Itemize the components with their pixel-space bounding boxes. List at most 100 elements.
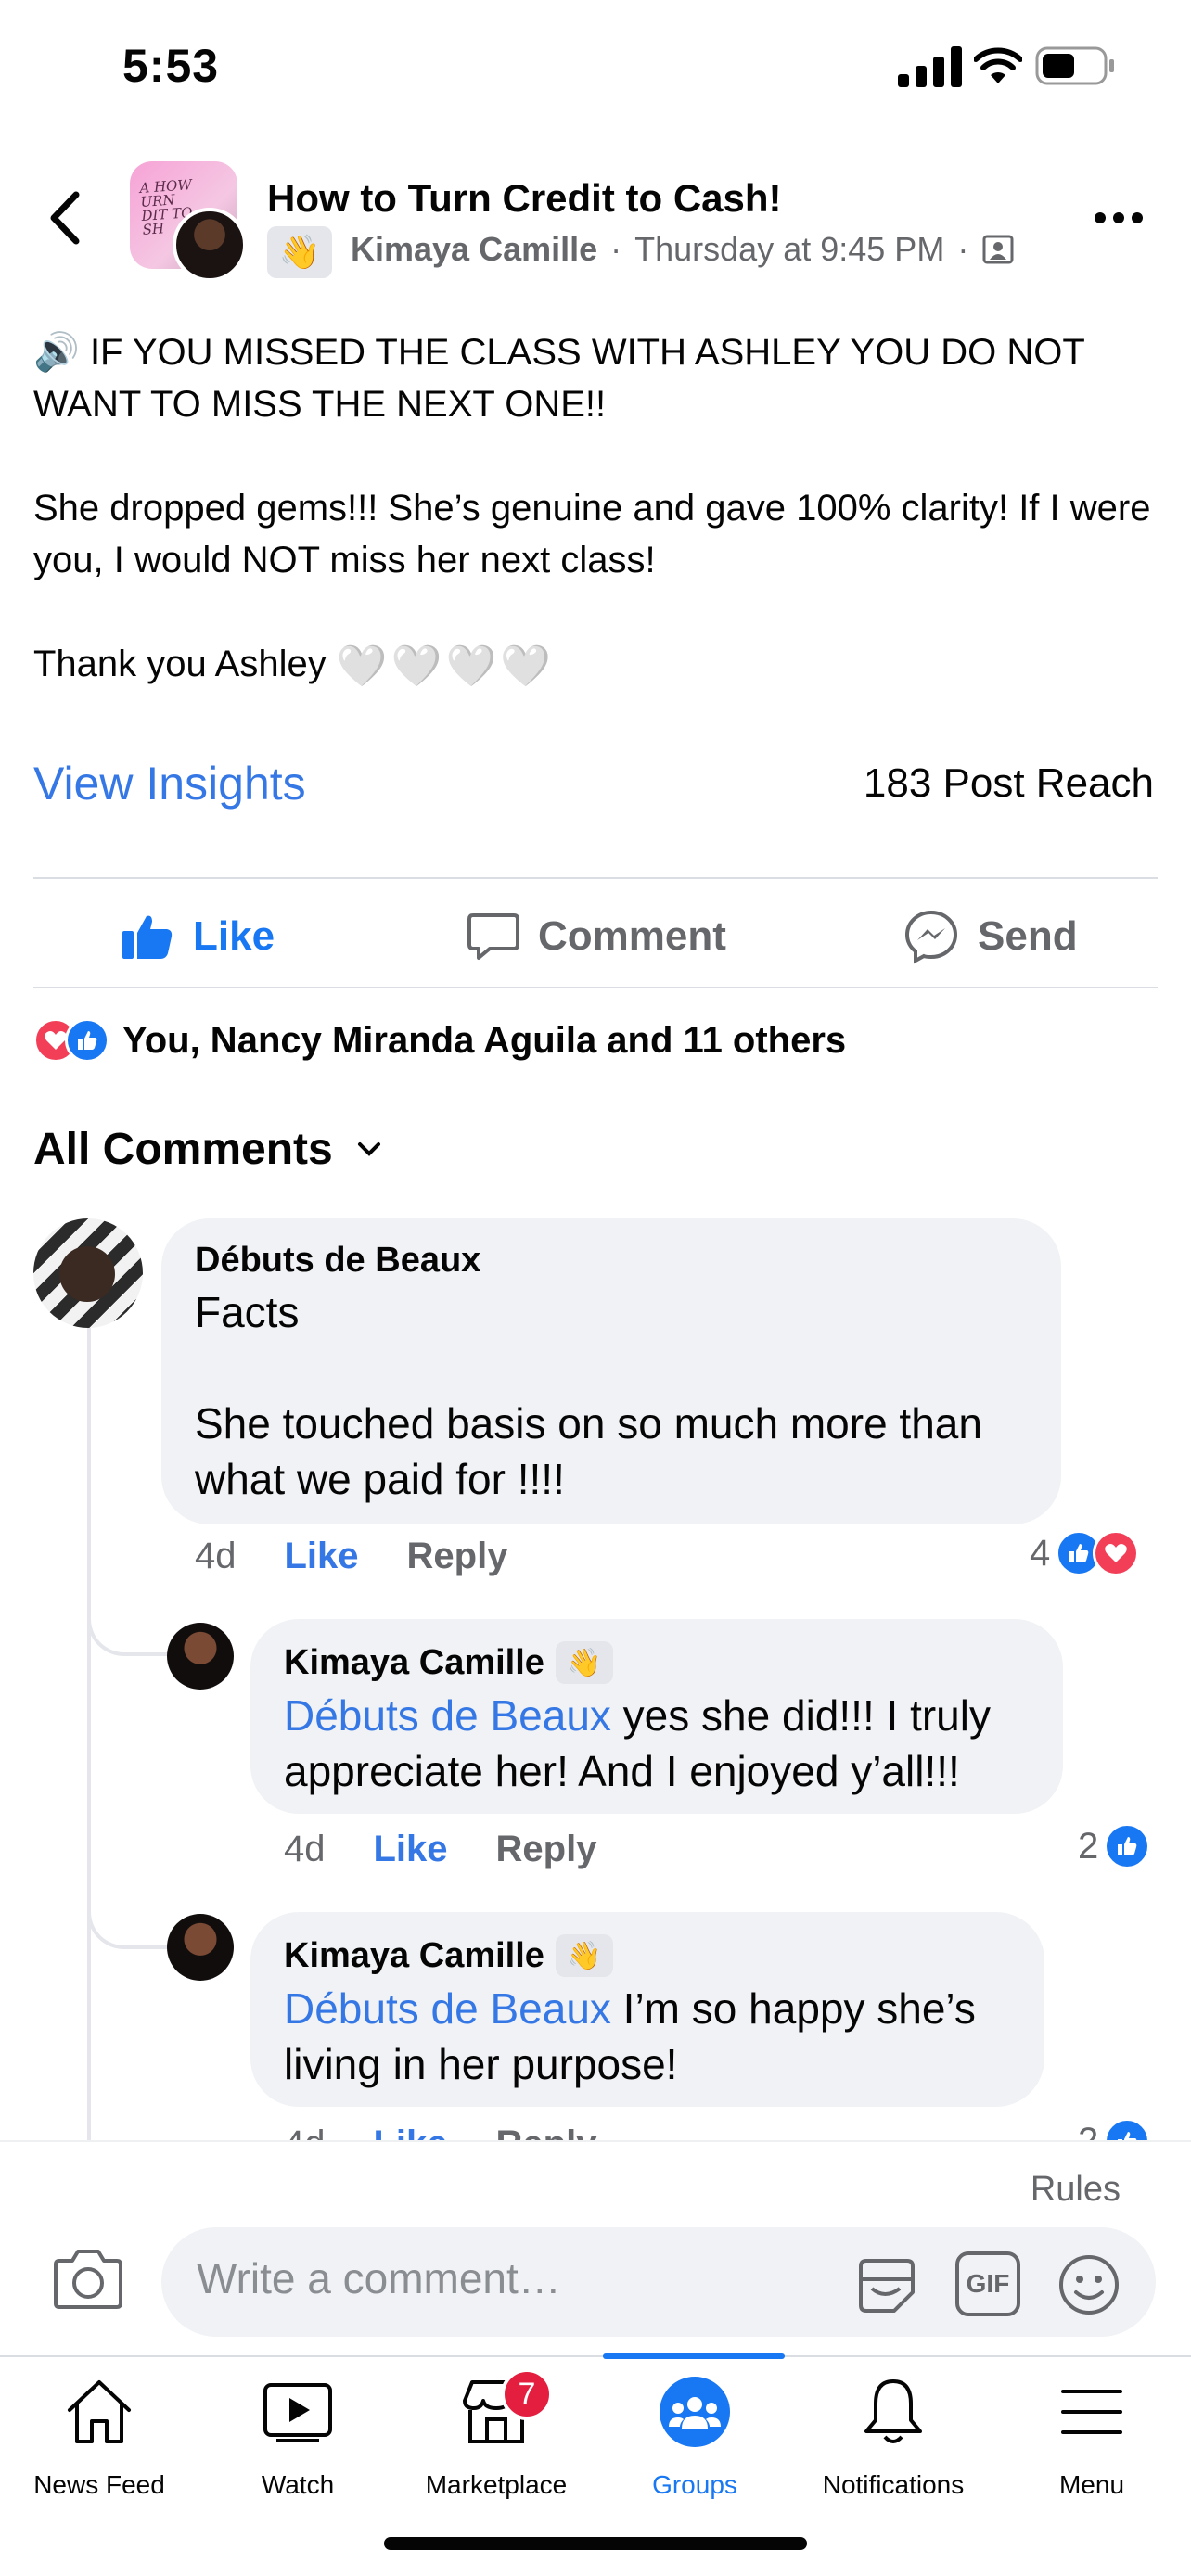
signal-icon	[898, 46, 962, 87]
chevron-down-icon	[357, 1141, 380, 1156]
menu-icon	[1061, 2390, 1122, 2434]
active-tab-indicator	[603, 2353, 785, 2359]
comment-text-line-1: Facts	[195, 1288, 300, 1336]
wave-hand-icon: 👋	[278, 233, 321, 271]
comment-input[interactable]	[197, 2253, 790, 2303]
white-hearts-emoji: 🤍🤍🤍🤍	[336, 644, 556, 689]
reply-connector	[87, 1884, 171, 1949]
tab-label: Watch	[261, 2470, 335, 2499]
watch-icon	[263, 2383, 332, 2442]
post-reach: 183 Post Reach	[863, 760, 1154, 806]
commenter-name[interactable]: Kimaya Camille	[284, 1936, 544, 1976]
reply-bubble[interactable]: Kimaya Camille 👋 Débuts de Beaux yes she…	[250, 1619, 1063, 1814]
send-button[interactable]: Send	[903, 899, 1078, 974]
comment-time: 4d	[195, 1536, 237, 1576]
back-button[interactable]	[37, 185, 93, 250]
reply-reply-link[interactable]: Reply	[496, 1829, 597, 1870]
commenter-avatar[interactable]	[33, 1218, 143, 1328]
tab-label: Notifications	[822, 2470, 965, 2499]
battery-icon	[1035, 46, 1114, 85]
commenter-name[interactable]: Débuts de Beaux	[195, 1241, 1028, 1281]
home-icon	[68, 2380, 131, 2443]
tab-groups[interactable]: Groups	[596, 2370, 794, 2509]
meta-separator-2: ·	[957, 230, 969, 268]
admin-badge: 👋	[555, 1934, 613, 1977]
mention-link[interactable]: Débuts de Beaux	[284, 1691, 611, 1740]
notification-badge: 7	[501, 2368, 553, 2420]
reply-reaction-count[interactable]: 2	[1078, 1823, 1151, 1869]
post-paragraph-3: Thank you Ashley	[33, 644, 327, 684]
tab-label: Menu	[1058, 2470, 1125, 2499]
group-title[interactable]: How to Turn Credit to Cash!	[267, 176, 782, 221]
reaction-count: 2	[1078, 1825, 1099, 1867]
like-button[interactable]: Like	[121, 899, 275, 974]
tab-watch[interactable]: Watch	[198, 2370, 397, 2509]
comment-like-link[interactable]: Like	[285, 1536, 359, 1577]
reactions-summary[interactable]: You, Nancy Miranda Aguila and 11 others	[33, 1018, 846, 1063]
tab-notifications[interactable]: Notifications	[794, 2370, 992, 2509]
groups-icon	[660, 2377, 730, 2447]
reply-text: Débuts de Beaux yes she did!!! I truly a…	[284, 1688, 1030, 1799]
wifi-icon	[974, 47, 1022, 83]
bell-icon	[864, 2379, 922, 2443]
love-reaction-icon	[1093, 1530, 1140, 1576]
gif-button[interactable]: GIF	[955, 2251, 1020, 2316]
home-indicator	[384, 2537, 807, 2550]
tab-menu[interactable]: Menu	[992, 2370, 1191, 2509]
reply-text: Débuts de Beaux I’m so happy she’s livin…	[284, 1981, 1011, 2092]
group-privacy-icon	[982, 235, 1014, 264]
admin-badge: 👋	[267, 226, 332, 278]
reply-time: 4d	[284, 1829, 326, 1869]
mention-link[interactable]: Débuts de Beaux	[284, 1984, 611, 2033]
comment-reply-link[interactable]: Reply	[407, 1536, 508, 1577]
like-reaction-icon	[65, 1018, 109, 1063]
more-options-button[interactable]	[1095, 204, 1150, 232]
thumbs-up-icon	[122, 915, 173, 959]
tab-marketplace[interactable]: Marketplace	[397, 2370, 596, 2509]
reply-bubble[interactable]: Kimaya Camille 👋 Débuts de Beaux I’m so …	[250, 1912, 1044, 2107]
post-text: 🔊 IF YOU MISSED THE CLASS WITH ASHLEY YO…	[33, 326, 1156, 745]
comment-label: Comment	[538, 913, 726, 959]
divider	[33, 877, 1158, 879]
rules-link[interactable]: Rules	[1031, 2170, 1121, 2210]
admin-badge: 👋	[555, 1641, 613, 1684]
comments-filter-dropdown[interactable]: All Comments	[33, 1124, 383, 1175]
like-reaction-icon	[1104, 1823, 1151, 1869]
status-time: 5:53	[122, 40, 220, 92]
reply-connector	[87, 1591, 171, 1656]
comment-icon	[467, 913, 519, 960]
comment-meta: 4d Like Reply	[195, 1536, 507, 1577]
emoji-icon[interactable]	[1056, 2251, 1122, 2318]
send-label: Send	[978, 913, 1078, 959]
tab-label: Marketplace	[425, 2470, 568, 2499]
thread-line	[87, 1326, 91, 2142]
messenger-icon	[904, 910, 958, 964]
wave-hand-icon: 👋	[567, 1647, 602, 1678]
reply-meta: 4d Like Reply	[284, 1829, 596, 1870]
speaker-icon: 🔊	[33, 332, 80, 373]
post-author[interactable]: Kimaya Camille	[351, 230, 597, 269]
comment-button[interactable]: Comment	[467, 899, 726, 974]
view-insights-link[interactable]: View Insights	[33, 757, 306, 810]
camera-icon[interactable]	[52, 2246, 124, 2311]
divider	[33, 987, 1158, 988]
like-label: Like	[193, 913, 275, 959]
post-paragraph-2: She dropped gems!!! She’s genuine and ga…	[33, 488, 1151, 580]
comment-reaction-count[interactable]: 4	[1030, 1530, 1140, 1576]
tab-label: Groups	[652, 2470, 737, 2499]
comments-filter-label: All Comments	[33, 1125, 333, 1174]
commenter-avatar[interactable]	[167, 1914, 234, 1981]
commenter-avatar[interactable]	[167, 1623, 234, 1690]
author-avatar[interactable]	[173, 208, 247, 282]
commenter-name[interactable]: Kimaya Camille	[284, 1643, 544, 1683]
post-paragraph-1: IF YOU MISSED THE CLASS WITH ASHLEY YOU …	[33, 332, 1085, 425]
post-timestamp[interactable]: Thursday at 9:45 PM	[634, 230, 944, 269]
sticker-icon[interactable]	[853, 2251, 920, 2318]
wave-hand-icon: 👋	[567, 1940, 602, 1971]
tab-news-feed[interactable]: News Feed	[0, 2370, 198, 2509]
meta-separator: ·	[610, 230, 622, 268]
post-meta: Kimaya Camille · Thursday at 9:45 PM ·	[351, 230, 1015, 269]
comment-bubble[interactable]: Débuts de Beaux Facts She touched basis …	[161, 1218, 1061, 1524]
reply-like-link[interactable]: Like	[374, 1829, 448, 1870]
reactions-summary-text: You, Nancy Miranda Aguila and 11 others	[122, 1019, 847, 1061]
